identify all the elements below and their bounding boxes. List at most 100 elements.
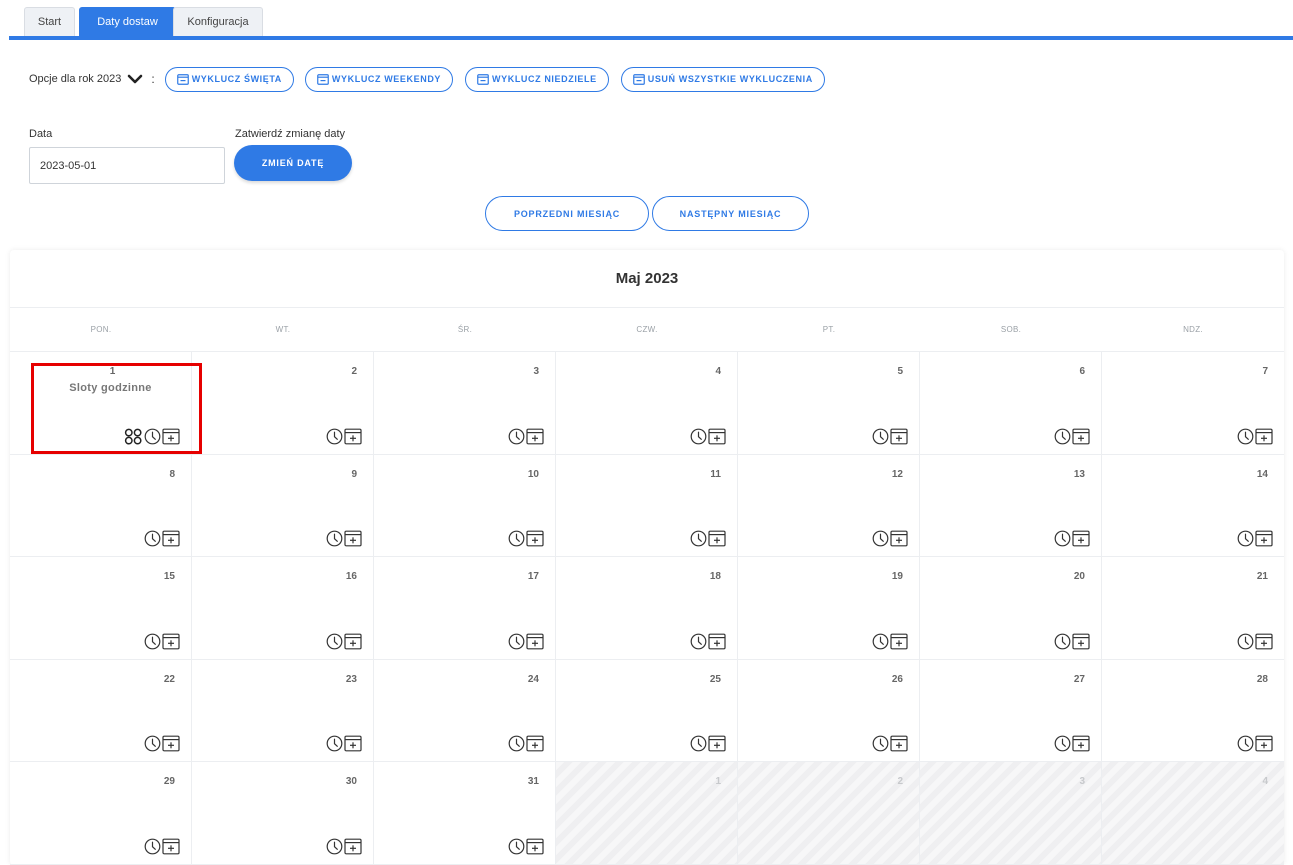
calendar-day[interactable]: 30 [192, 762, 374, 865]
clock-icon[interactable] [326, 428, 343, 445]
calendar-add-icon[interactable] [1072, 428, 1090, 445]
calendar-add-icon[interactable] [890, 633, 908, 650]
exclude-weekends-button[interactable]: WYKLUCZ WEEKENDY [304, 66, 454, 92]
calendar-add-icon[interactable] [162, 633, 180, 650]
clock-icon[interactable] [326, 838, 343, 855]
calendar-add-icon[interactable] [890, 428, 908, 445]
calendar-add-icon[interactable] [526, 428, 544, 445]
clock-icon[interactable] [872, 735, 889, 752]
clock-icon[interactable] [1237, 428, 1254, 445]
change-date-button[interactable]: ZMIEŃ DATĘ [234, 145, 352, 181]
calendar-day[interactable]: 12 [738, 454, 920, 558]
clock-icon[interactable] [1237, 530, 1254, 547]
next-month-button[interactable]: NASTĘPNY MIESIĄC [652, 196, 809, 231]
clock-icon[interactable] [144, 735, 161, 752]
tab-start[interactable]: Start [24, 7, 75, 36]
calendar-day[interactable]: 19 [738, 557, 920, 660]
clock-icon[interactable] [508, 633, 525, 650]
clock-icon[interactable] [690, 633, 707, 650]
calendar-add-icon[interactable] [1072, 735, 1090, 752]
calendar-day[interactable]: 15 [10, 557, 192, 660]
clock-icon[interactable] [508, 530, 525, 547]
calendar-add-icon[interactable] [344, 735, 362, 752]
previous-month-button[interactable]: POPRZEDNI MIESIĄC [485, 196, 649, 231]
calendar-add-icon[interactable] [526, 530, 544, 547]
calendar-add-icon[interactable] [162, 735, 180, 752]
calendar-day[interactable]: 6 [920, 352, 1102, 455]
calendar-day[interactable]: 2 [192, 352, 374, 455]
calendar-day[interactable]: 10 [374, 454, 556, 558]
clock-icon[interactable] [144, 530, 161, 547]
tab-konfiguracja[interactable]: Konfiguracja [173, 7, 263, 36]
calendar-day[interactable]: 25 [556, 659, 738, 763]
exclude-holidays-button[interactable]: WYKLUCZ ŚWIĘTA [164, 66, 294, 92]
calendar-add-icon[interactable] [526, 838, 544, 855]
calendar-day[interactable]: 8 [10, 454, 192, 558]
calendar-add-icon[interactable] [890, 530, 908, 547]
calendar-day[interactable]: 14 [1102, 455, 1284, 558]
calendar-add-icon[interactable] [890, 735, 908, 752]
calendar-day[interactable]: 23 [192, 659, 374, 763]
calendar-add-icon[interactable] [526, 633, 544, 650]
calendar-day[interactable]: 18 [556, 557, 738, 660]
date-input[interactable]: 2023-05-01 [29, 147, 225, 184]
clock-icon[interactable] [690, 735, 707, 752]
calendar-day[interactable]: 11 [556, 454, 738, 558]
clock-icon[interactable] [144, 633, 161, 650]
clock-icon[interactable] [872, 633, 889, 650]
calendar-add-icon[interactable] [344, 633, 362, 650]
clock-icon[interactable] [690, 530, 707, 547]
calendar-day[interactable]: 7 [1102, 352, 1284, 455]
calendar-add-icon[interactable] [1072, 530, 1090, 547]
calendar-day[interactable]: 26 [738, 659, 920, 763]
calendar-day[interactable]: 9 [192, 454, 374, 558]
calendar-add-icon[interactable] [708, 735, 726, 752]
calendar-day[interactable]: 3 [374, 352, 556, 455]
calendar-add-icon[interactable] [1255, 633, 1273, 650]
calendar-add-icon[interactable] [1255, 735, 1273, 752]
calendar-day[interactable]: 13 [920, 454, 1102, 558]
clock-icon[interactable] [690, 428, 707, 445]
clock-icon[interactable] [872, 530, 889, 547]
clock-icon[interactable] [1054, 633, 1071, 650]
calendar-day[interactable]: 4 [556, 352, 738, 455]
clock-icon[interactable] [326, 530, 343, 547]
calendar-add-icon[interactable] [162, 530, 180, 547]
tab-daty-dostaw[interactable]: Daty dostaw [79, 7, 176, 36]
clock-icon[interactable] [1054, 735, 1071, 752]
clock-icon[interactable] [326, 735, 343, 752]
calendar-add-icon[interactable] [708, 530, 726, 547]
calendar-add-icon[interactable] [1072, 633, 1090, 650]
clock-icon[interactable] [1237, 633, 1254, 650]
calendar-add-icon[interactable] [708, 633, 726, 650]
clock-icon[interactable] [1054, 428, 1071, 445]
calendar-add-icon[interactable] [708, 428, 726, 445]
calendar-day[interactable]: 31 [374, 762, 556, 865]
remove-all-exclusions-button[interactable]: USUŃ WSZYSTKIE WYKLUCZENIA [620, 66, 825, 92]
calendar-add-icon[interactable] [1255, 428, 1273, 445]
calendar-add-icon[interactable] [344, 428, 362, 445]
calendar-add-icon[interactable] [344, 838, 362, 855]
clock-icon[interactable] [144, 838, 161, 855]
calendar-day[interactable]: 21 [1102, 557, 1284, 660]
calendar-day[interactable]: 29 [10, 762, 192, 865]
calendar-day[interactable]: 22 [10, 659, 192, 763]
calendar-add-icon[interactable] [1255, 530, 1273, 547]
calendar-add-icon[interactable] [526, 735, 544, 752]
calendar-add-icon[interactable] [344, 530, 362, 547]
calendar-add-icon[interactable] [162, 838, 180, 855]
clock-icon[interactable] [508, 735, 525, 752]
clock-icon[interactable] [508, 428, 525, 445]
chevron-down-icon[interactable] [127, 72, 143, 86]
calendar-day[interactable]: 20 [920, 557, 1102, 660]
calendar-day[interactable]: 27 [920, 659, 1102, 763]
calendar-day[interactable]: 17 [374, 557, 556, 660]
calendar-day[interactable]: 28 [1102, 660, 1284, 763]
exclude-sundays-button[interactable]: WYKLUCZ NIEDZIELE [465, 66, 609, 92]
clock-icon[interactable] [508, 838, 525, 855]
clock-icon[interactable] [1054, 530, 1071, 547]
calendar-day[interactable]: 24 [374, 659, 556, 763]
clock-icon[interactable] [872, 428, 889, 445]
calendar-day[interactable]: 16 [192, 557, 374, 660]
clock-icon[interactable] [326, 633, 343, 650]
